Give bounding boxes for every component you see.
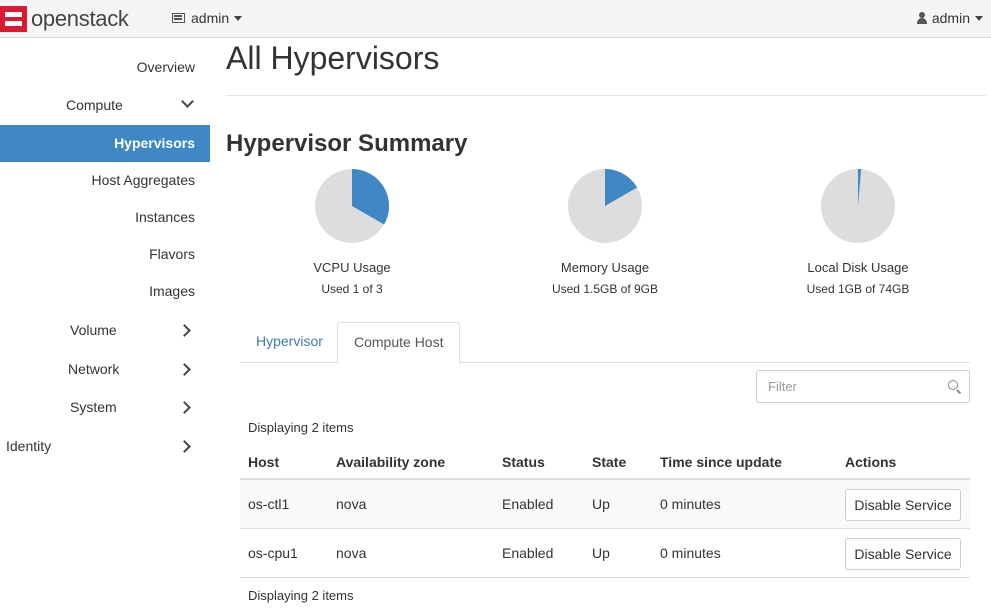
- sidebar-item-flavors[interactable]: Flavors: [0, 236, 210, 273]
- sidebar-item-compute[interactable]: Compute: [0, 87, 210, 124]
- sidebar-item-instances[interactable]: Instances: [0, 199, 210, 236]
- sidebar-item-system[interactable]: System: [0, 389, 210, 426]
- table-header: Host Availability zone Status State Time…: [240, 444, 970, 480]
- zone-cell: nova: [336, 545, 367, 561]
- pie-label: Local Disk Usage: [807, 260, 909, 275]
- sidebar-item-overview[interactable]: Overview: [0, 49, 210, 86]
- divider: [226, 95, 986, 96]
- pie-chart: [821, 168, 895, 243]
- disable-service-button[interactable]: Disable Service: [845, 489, 961, 521]
- tab-bar: Hypervisor Compute Host: [240, 322, 970, 364]
- sidebar-item-label: Instances: [135, 209, 195, 225]
- items-count: Displaying 2 items: [248, 588, 354, 603]
- tab-compute-host[interactable]: Compute Host: [337, 322, 461, 364]
- sidebar-item-hypervisors[interactable]: Hypervisors: [0, 125, 210, 162]
- column-header: Host: [248, 454, 280, 470]
- sidebar-item-label: Overview: [136, 59, 195, 75]
- zone-cell: nova: [336, 496, 367, 512]
- sidebar-item-label: Volume: [70, 322, 117, 338]
- items-count: Displaying 2 items: [248, 420, 354, 435]
- chevron-down-icon: [181, 95, 194, 108]
- tab-hypervisor[interactable]: Hypervisor: [240, 322, 339, 363]
- status-cell: Enabled: [502, 545, 554, 561]
- page-title: All Hypervisors: [226, 40, 440, 76]
- sidebar-item-network[interactable]: Network: [0, 351, 210, 388]
- column-header: Status: [502, 454, 545, 470]
- chevron-right-icon: [178, 363, 191, 376]
- openstack-logo-icon: [0, 6, 27, 32]
- user-icon: [916, 12, 927, 24]
- project-label: admin: [191, 10, 230, 26]
- chevron-right-icon: [178, 440, 191, 453]
- user-dropdown[interactable]: admin: [916, 10, 983, 26]
- column-header: Time since update: [660, 454, 782, 470]
- user-label: admin: [931, 10, 970, 26]
- sidebar-item-identity[interactable]: Identity: [0, 428, 210, 465]
- sidebar-item-label: Identity: [6, 438, 52, 454]
- disable-service-button[interactable]: Disable Service: [845, 538, 961, 570]
- sidebar-item-label: System: [70, 399, 117, 415]
- state-cell: Up: [592, 496, 610, 512]
- sidebar-item-label: Host Aggregates: [91, 172, 195, 188]
- sidebar-item-label: Hypervisors: [114, 135, 195, 151]
- sidebar-nav: Overview Compute Hypervisors Host Aggreg…: [0, 38, 210, 611]
- pie-usage-text: Used 1.5GB of 9GB: [551, 282, 659, 296]
- pie-usage-text: Used 1GB of 74GB: [806, 282, 910, 296]
- column-header: Availability zone: [336, 454, 446, 470]
- status-cell: Enabled: [502, 496, 554, 512]
- table-row: os-ctl1 nova Enabled Up 0 minutes Disabl…: [240, 480, 970, 529]
- brand-logo-link[interactable]: openstack: [0, 5, 129, 33]
- pie-label: VCPU Usage: [313, 260, 391, 275]
- compute-host-table: Host Availability zone Status State Time…: [240, 444, 970, 578]
- column-header: State: [592, 454, 627, 470]
- pie-label: Memory Usage: [560, 260, 650, 275]
- project-dropdown[interactable]: admin: [172, 10, 243, 26]
- chevron-right-icon: [178, 324, 191, 337]
- state-cell: Up: [592, 545, 610, 561]
- summary-title: Hypervisor Summary: [226, 130, 468, 157]
- pie-usage-text: Used 1 of 3: [321, 282, 383, 296]
- sidebar-item-label: Flavors: [149, 246, 195, 262]
- filter-input[interactable]: [757, 371, 927, 402]
- caret-down-icon: [234, 15, 243, 21]
- sidebar-item-images[interactable]: Images: [0, 273, 210, 310]
- sidebar-item-host-aggregates[interactable]: Host Aggregates: [0, 162, 210, 199]
- pie-chart: [315, 169, 390, 243]
- time-cell: 0 minutes: [660, 496, 721, 512]
- sidebar-item-label: Network: [68, 361, 120, 377]
- top-navbar: openstack admin admin: [0, 0, 991, 38]
- time-cell: 0 minutes: [660, 545, 721, 561]
- project-icon: [172, 13, 185, 23]
- host-cell: os-ctl1: [248, 496, 290, 512]
- sidebar-item-label: Images: [149, 283, 195, 299]
- table-row: os-cpu1 nova Enabled Up 0 minutes Disabl…: [240, 529, 970, 578]
- brand-name: openstack: [31, 6, 129, 31]
- chevron-right-icon: [178, 401, 191, 414]
- pie-chart: [568, 169, 642, 243]
- vcpu-usage-chart: VCPU Usage Used 1 of 3: [252, 168, 452, 296]
- filter-box: [756, 370, 970, 403]
- search-icon[interactable]: [948, 380, 958, 390]
- sidebar-item-volume[interactable]: Volume: [0, 312, 210, 349]
- sidebar-item-label: Compute: [66, 97, 123, 113]
- memory-usage-chart: Memory Usage Used 1.5GB of 9GB: [505, 168, 705, 296]
- local-disk-usage-chart: Local Disk Usage Used 1GB of 74GB: [758, 168, 958, 296]
- column-header: Actions: [845, 454, 897, 470]
- host-cell: os-cpu1: [248, 545, 298, 561]
- caret-down-icon: [975, 15, 983, 21]
